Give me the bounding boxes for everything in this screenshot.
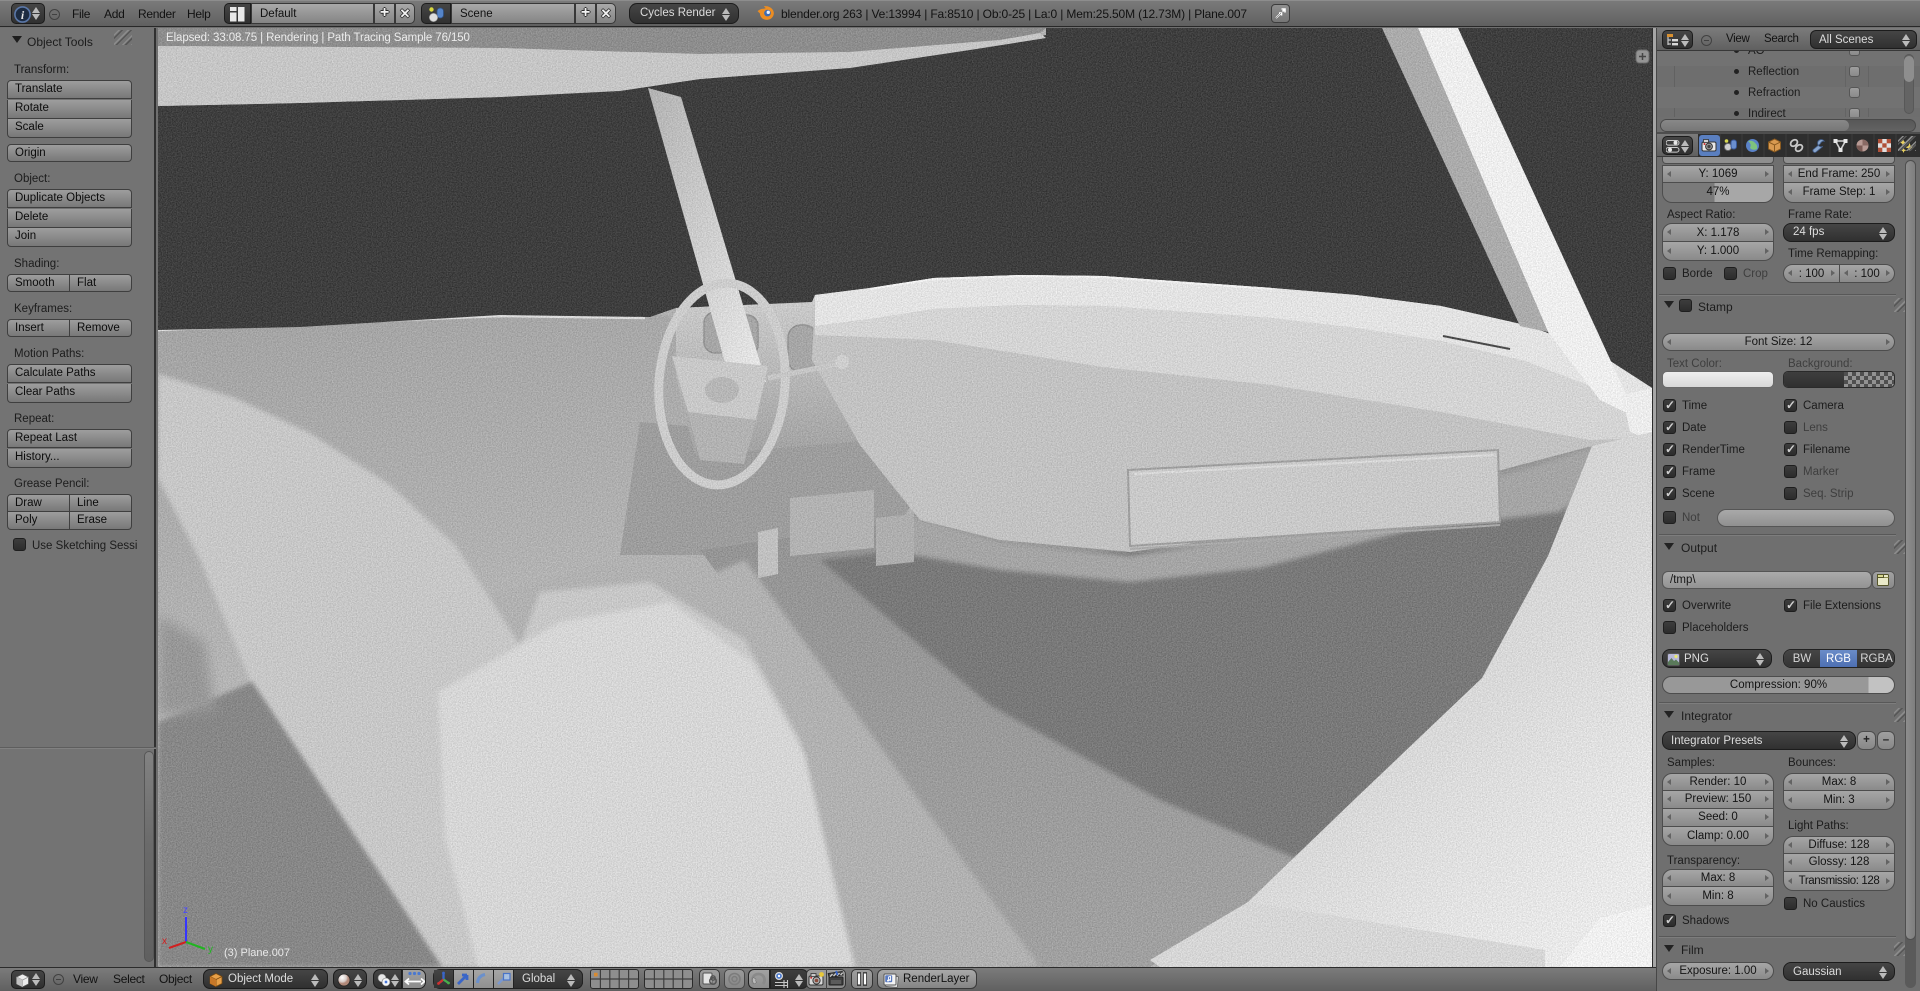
svg-text:(3) Plane.007: (3) Plane.007 [224, 947, 290, 959]
svg-text:z: z [183, 905, 188, 916]
svg-text:y: y [208, 944, 213, 955]
svg-text:x: x [162, 936, 167, 947]
svg-text:Elapsed: 33:08.75 | Rendering: Elapsed: 33:08.75 | Rendering | Path Tra… [166, 32, 470, 44]
